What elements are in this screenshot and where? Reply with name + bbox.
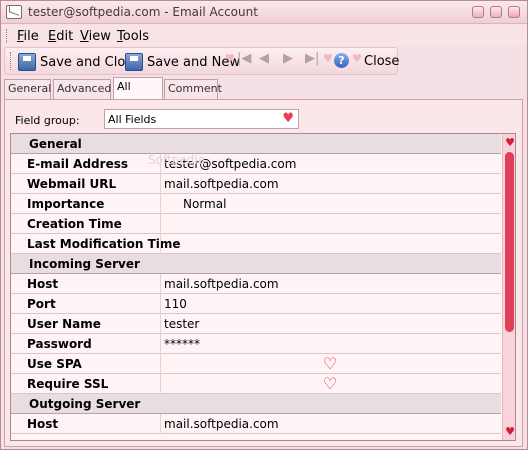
save-new-icon <box>125 53 143 71</box>
tab-all-fields[interactable]: All Fields <box>113 77 163 111</box>
toolbar-grip-icon <box>10 52 13 70</box>
watermark: Softpedia <box>148 153 205 167</box>
menu-edit[interactable]: Edit <box>48 29 73 44</box>
field-label: Use SPA <box>27 357 82 371</box>
section-general: General <box>11 134 501 154</box>
table-row[interactable]: Host mail.softpedia.com <box>11 414 501 434</box>
table-row[interactable]: Importance Normal <box>11 194 501 214</box>
table-row[interactable]: Port 110 <box>11 294 501 314</box>
menu-file[interactable]: File <box>17 29 39 44</box>
table-row[interactable]: User Name tester <box>11 314 501 334</box>
field-label: Last Modification Time <box>27 237 181 251</box>
tab-advanced[interactable]: Advanced <box>53 79 111 99</box>
section-incoming-server: Incoming Server <box>11 254 501 274</box>
last-record-icon[interactable]: ▶| <box>305 51 319 66</box>
first-record-icon[interactable]: |◀ <box>237 51 251 66</box>
field-value: Normal <box>183 197 227 211</box>
maximize-button[interactable] <box>490 6 502 18</box>
field-value: ****** <box>164 337 200 351</box>
field-label: Password <box>27 337 92 351</box>
title-bar: tester@softpedia.com - Email Account <box>1 1 527 24</box>
field-label: E-mail Address <box>27 157 128 171</box>
heart-check-icon[interactable]: ♡ <box>322 356 338 372</box>
tab-strip: General Advanced All Fields Comment <box>4 77 524 111</box>
separator-heart-icon: ♥ <box>352 52 362 65</box>
field-value-cell[interactable]: 110 <box>160 294 501 314</box>
field-value-cell[interactable]: mail.softpedia.com <box>160 274 501 294</box>
tab-general[interactable]: General <box>4 79 51 99</box>
table-row[interactable]: E-mail Address tester@softpedia.com <box>11 154 501 174</box>
fields-grid: General E-mail Address tester@softpedia.… <box>10 133 516 441</box>
menu-view[interactable]: View <box>80 29 111 44</box>
scroll-down-heart-icon[interactable]: ♥ <box>504 426 515 438</box>
next-record-icon[interactable]: ▶ <box>283 51 293 66</box>
dropdown-heart-icon: ♥ <box>282 111 294 126</box>
field-label: Importance <box>27 197 105 211</box>
save-close-icon <box>18 53 36 71</box>
table-row[interactable]: Require SSL ♡ <box>11 374 501 394</box>
field-label: Port <box>27 297 56 311</box>
field-value: tester <box>164 317 200 331</box>
separator-heart-icon: ♥ <box>225 52 235 65</box>
vertical-scrollbar[interactable]: ♥ ♥ <box>502 134 515 440</box>
email-account-window: tester@softpedia.com - Email Account Fil… <box>0 0 528 450</box>
menu-grip-icon <box>6 29 9 43</box>
field-value-cell[interactable]: ♡ <box>160 354 501 374</box>
scroll-thumb[interactable] <box>505 152 514 332</box>
table-row[interactable]: Password ****** <box>11 334 501 354</box>
previous-record-icon[interactable]: ◀ <box>259 51 269 66</box>
field-value-cell[interactable]: ****** <box>160 334 501 354</box>
menu-bar: File Edit View Tools <box>1 25 527 46</box>
field-value-cell[interactable]: tester <box>160 314 501 334</box>
close-window-button[interactable] <box>508 6 520 18</box>
separator-heart-icon: ♥ <box>323 52 333 65</box>
field-label: User Name <box>27 317 101 331</box>
section-title: Incoming Server <box>29 257 140 271</box>
field-value: mail.softpedia.com <box>164 277 279 291</box>
field-label: Host <box>27 277 59 291</box>
field-group-select[interactable]: All Fields ♥ <box>104 109 299 129</box>
heart-check-icon[interactable]: ♡ <box>322 376 338 392</box>
save-close-button[interactable]: Save and Close <box>18 53 140 73</box>
field-value-cell[interactable] <box>160 234 501 254</box>
all-fields-panel: Field group: All Fields ♥ General E-mail… <box>4 99 523 447</box>
field-label: Creation Time <box>27 217 122 231</box>
table-row[interactable]: Webmail URL mail.softpedia.com <box>11 174 501 194</box>
minimize-button[interactable] <box>472 6 484 18</box>
section-title: General <box>29 137 82 151</box>
scroll-up-heart-icon[interactable]: ♥ <box>504 137 515 149</box>
field-group-label: Field group: <box>15 114 80 127</box>
section-title: Outgoing Server <box>29 397 141 411</box>
field-value-cell[interactable]: Normal <box>160 194 501 214</box>
close-button[interactable]: Close <box>364 54 399 69</box>
field-value-cell[interactable]: tester@softpedia.com <box>160 154 501 174</box>
tab-comment[interactable]: Comment <box>164 79 222 99</box>
field-value-cell[interactable] <box>160 214 501 234</box>
field-label: Host <box>27 417 59 431</box>
field-value: 110 <box>164 297 187 311</box>
envelope-icon <box>6 5 22 19</box>
field-value-cell[interactable]: mail.softpedia.com <box>160 174 501 194</box>
field-label: Require SSL <box>27 377 109 391</box>
table-row[interactable]: Creation Time <box>11 214 501 234</box>
field-value-cell[interactable]: ♡ <box>160 374 501 394</box>
window-title: tester@softpedia.com - Email Account <box>28 5 258 19</box>
menu-tools[interactable]: Tools <box>117 29 149 44</box>
toolbar: Save and Close Save and New ♥ |◀ ◀ ▶ ▶| … <box>4 47 399 75</box>
field-group-value: All Fields <box>108 113 157 126</box>
table-row[interactable]: Last Modification Time <box>11 234 501 254</box>
section-outgoing-server: Outgoing Server <box>11 394 501 414</box>
field-value: mail.softpedia.com <box>164 417 279 431</box>
table-row[interactable]: Host mail.softpedia.com <box>11 274 501 294</box>
field-value-cell[interactable]: mail.softpedia.com <box>160 414 501 434</box>
field-value: mail.softpedia.com <box>164 177 279 191</box>
field-label: Webmail URL <box>27 177 117 191</box>
table-row[interactable]: Use SPA ♡ <box>11 354 501 374</box>
help-icon[interactable]: ? <box>334 53 349 68</box>
save-new-button[interactable]: Save and New <box>125 53 240 73</box>
